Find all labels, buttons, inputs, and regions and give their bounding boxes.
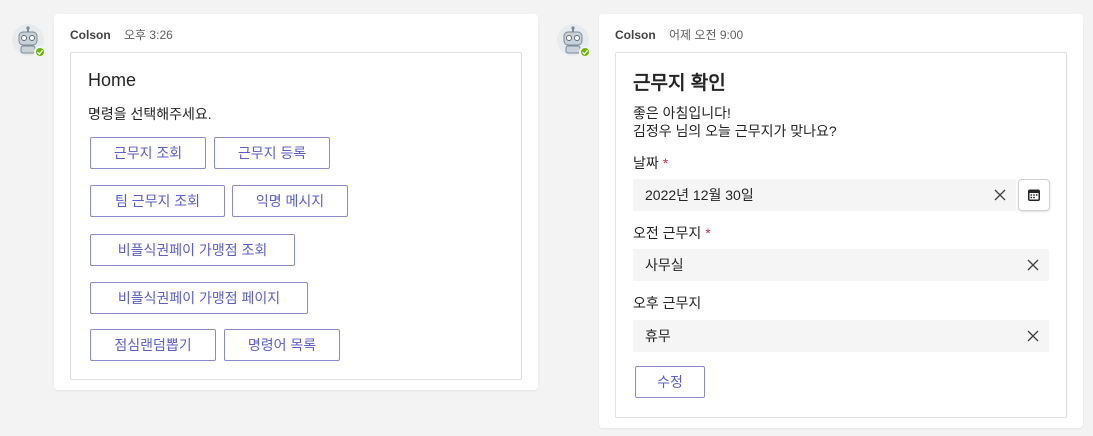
confirm-question-text: 김정우 님의 오늘 근무지가 맞나요? [633, 123, 837, 139]
presence-available-icon [34, 46, 46, 58]
meal-voucher-store-lookup-button[interactable]: 비플식권페이 가맹점 조회 [90, 234, 295, 266]
date-picker-button[interactable] [1018, 179, 1050, 211]
message-timestamp: 오후 3:26 [124, 28, 173, 42]
afternoon-location-label-text: 오후 근무지 [633, 295, 702, 311]
required-mark: * [705, 225, 711, 241]
date-value: 2022년 12월 30일 [645, 187, 754, 203]
morning-location-label: 오전 근무지 * [633, 223, 711, 243]
presence-available-icon [579, 46, 591, 58]
greeting-text: 좋은 아침입니다! [633, 105, 731, 121]
morning-location-value: 사무실 [645, 257, 684, 273]
close-icon[interactable] [1025, 328, 1041, 344]
message-header: Colson 오후 3:26 [70, 26, 173, 43]
card-title: Home [88, 70, 137, 90]
card-title: 근무지 확인 [633, 73, 726, 94]
morning-location-label-text: 오전 근무지 [633, 225, 702, 241]
date-label-text: 날짜 [633, 155, 659, 171]
sender-name[interactable]: Colson [70, 28, 111, 42]
morning-location-select[interactable]: 사무실 [633, 249, 1049, 281]
date-label: 날짜 * [633, 153, 668, 173]
message-header: Colson 어제 오전 9:00 [615, 26, 743, 43]
command-list-button[interactable]: 명령어 목록 [224, 329, 340, 361]
anonymous-message-button[interactable]: 익명 메시지 [232, 185, 348, 217]
date-input[interactable]: 2022년 12월 30일 [633, 179, 1016, 211]
home-card: Home 명령을 선택해주세요. 근무지 조회 근무지 등록 팀 근무지 조회 … [70, 52, 522, 380]
message-home: Colson 오후 3:26 Home 명령을 선택해주세요. 근무지 조회 근… [54, 14, 538, 390]
card-instruction-text: 명령을 선택해주세요. [88, 106, 212, 122]
edit-button[interactable]: 수정 [635, 366, 705, 398]
bot-avatar-right[interactable] [557, 24, 591, 58]
meal-voucher-store-page-button[interactable]: 비플식권페이 가맹점 페이지 [90, 282, 308, 314]
work-location-register-button[interactable]: 근무지 등록 [214, 137, 330, 169]
afternoon-location-label: 오후 근무지 [633, 293, 701, 313]
required-mark: * [662, 155, 669, 171]
afternoon-location-value: 휴무 [645, 328, 671, 344]
team-work-location-lookup-button[interactable]: 팀 근무지 조회 [90, 185, 225, 217]
message-timestamp: 어제 오전 9:00 [669, 28, 744, 42]
afternoon-location-select[interactable]: 휴무 [633, 320, 1049, 352]
calendar-icon [1028, 189, 1040, 201]
sender-name[interactable]: Colson [615, 28, 656, 42]
close-icon[interactable] [992, 187, 1008, 203]
lunch-random-draw-button[interactable]: 점심랜덤뽑기 [90, 329, 216, 361]
message-work-location-confirm: Colson 어제 오전 9:00 근무지 확인 좋은 아침입니다! 김정우 님… [599, 14, 1083, 428]
bot-avatar-left[interactable] [12, 24, 46, 58]
close-icon[interactable] [1025, 257, 1041, 273]
work-location-card: 근무지 확인 좋은 아침입니다! 김정우 님의 오늘 근무지가 맞나요? 날짜 *… [615, 52, 1067, 418]
work-location-lookup-button[interactable]: 근무지 조회 [90, 137, 206, 169]
